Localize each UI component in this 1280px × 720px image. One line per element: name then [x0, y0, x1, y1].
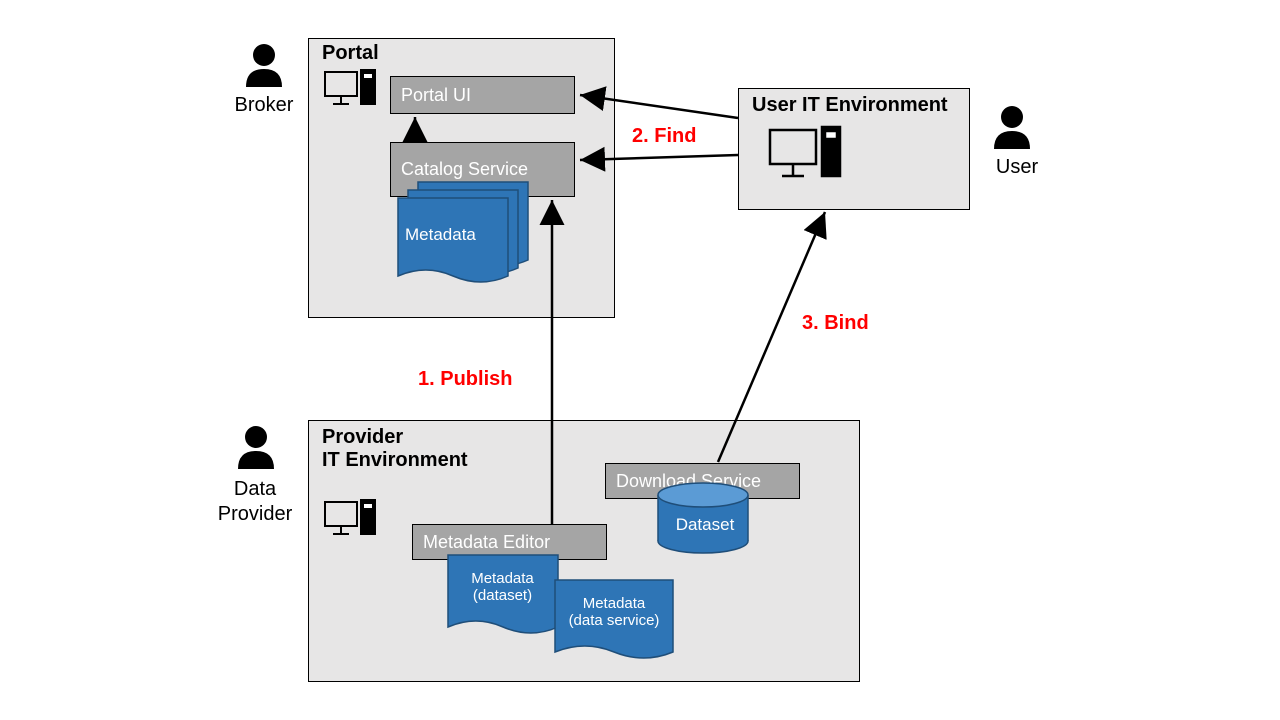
- metadata-dataservice-label: Metadata (data service): [558, 595, 670, 630]
- bind-label: 3. Bind: [802, 312, 869, 335]
- broker-label: Broker: [224, 93, 304, 118]
- metadata-doc-label: Metadata: [405, 225, 476, 245]
- portal-ui-box: Portal UI: [390, 76, 575, 114]
- user-label: User: [992, 155, 1042, 180]
- publish-label: 1. Publish: [418, 368, 512, 391]
- portal-title: Portal: [322, 42, 379, 65]
- catalog-service-box: Catalog Service: [390, 142, 575, 197]
- download-service-box: Download Service: [605, 463, 800, 499]
- dataset-label: Dataset: [670, 515, 740, 535]
- provider-env-title: Provider IT Environment: [322, 426, 468, 472]
- user-env-title: User IT Environment: [752, 94, 948, 117]
- find-label: 2. Find: [632, 125, 696, 148]
- metadata-dataset-label: Metadata (dataset): [450, 570, 555, 605]
- data-provider-label: Data Provider: [210, 477, 300, 527]
- metadata-editor-box: Metadata Editor: [412, 524, 607, 560]
